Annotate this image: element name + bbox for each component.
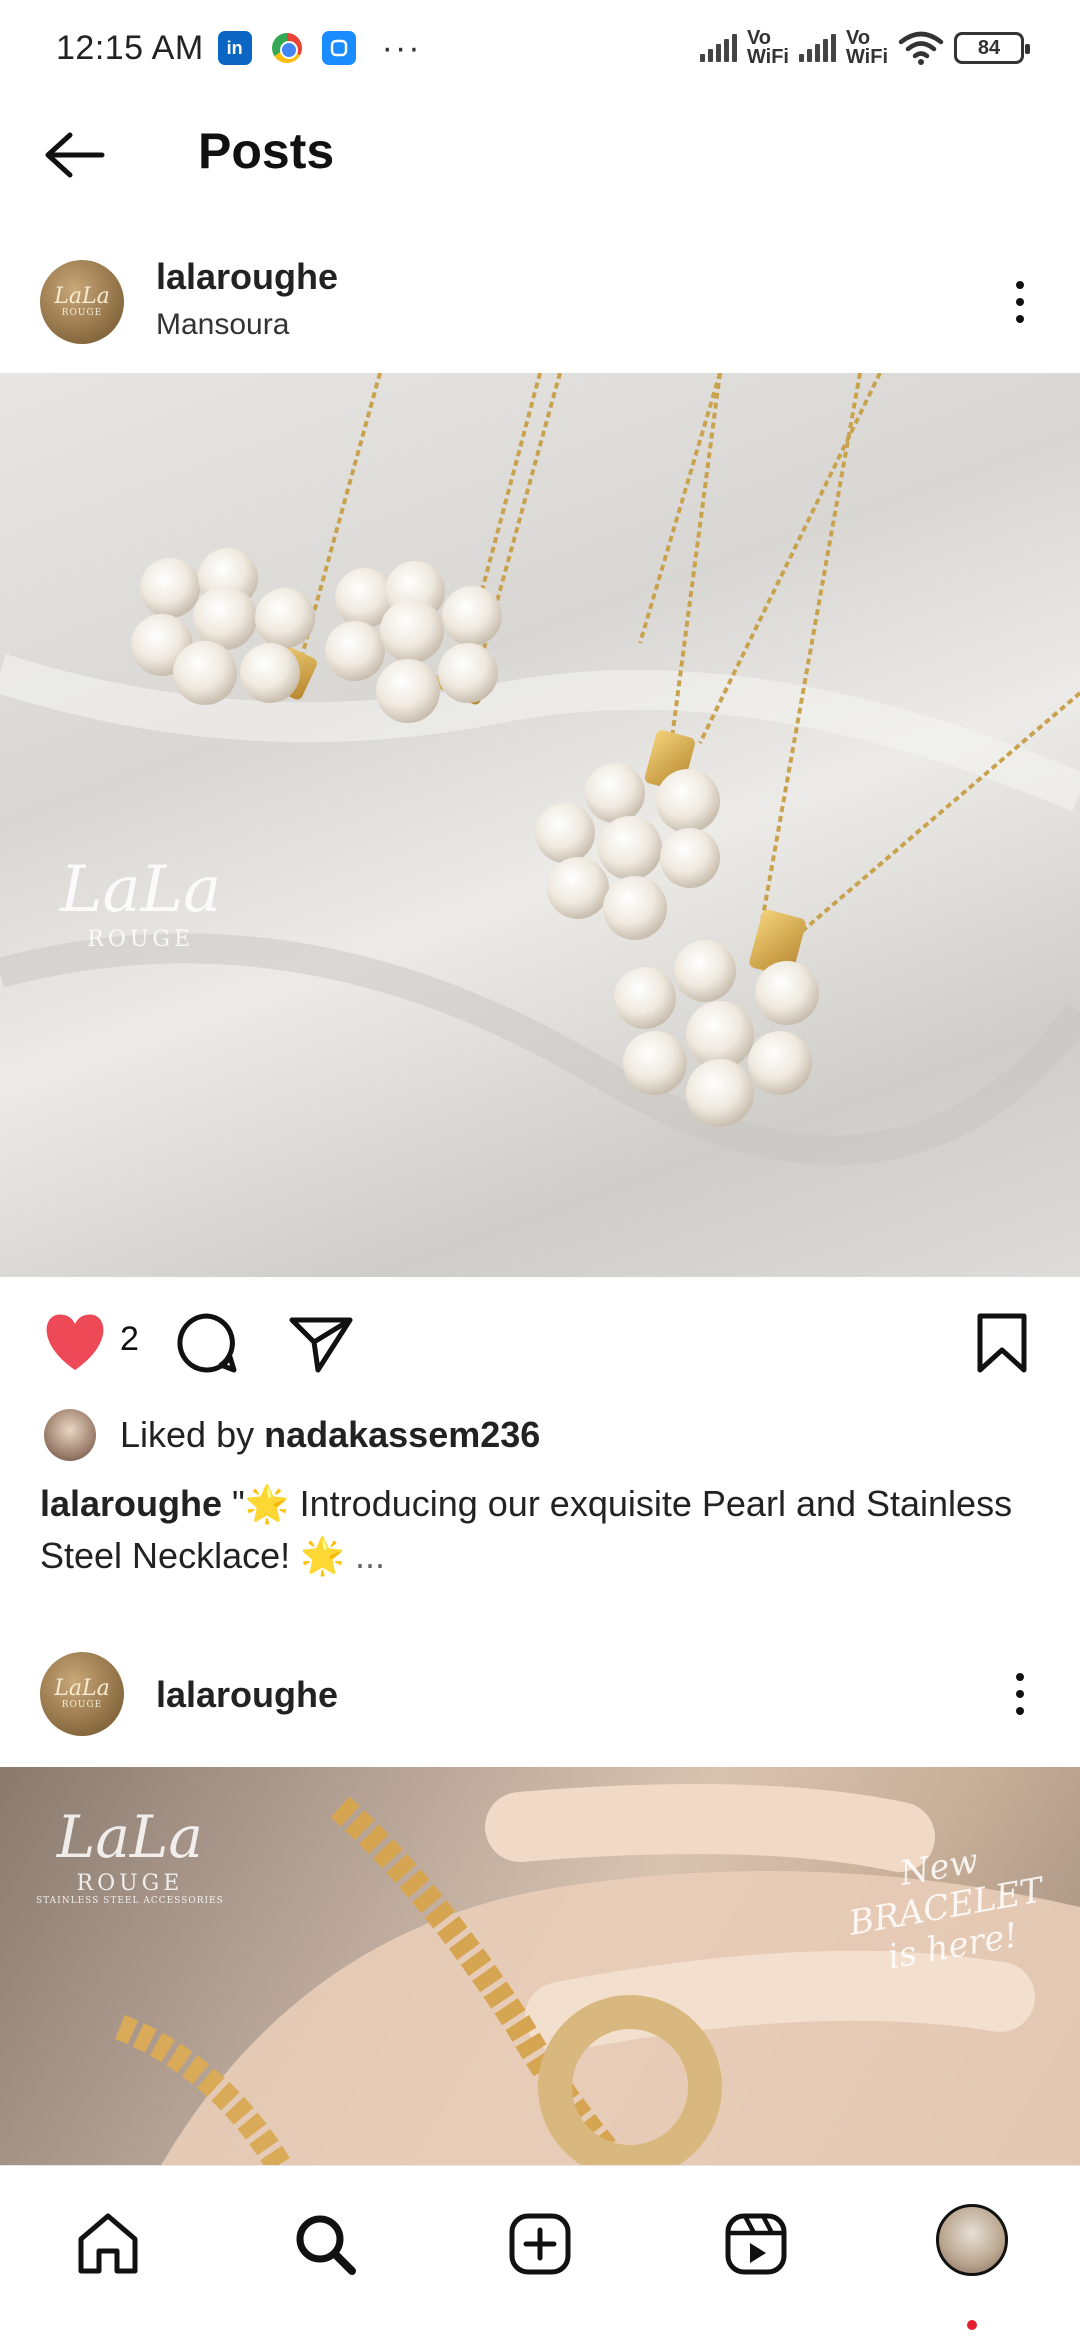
- liked-by-prefix: Liked by: [120, 1414, 265, 1455]
- page-title: Posts: [198, 123, 335, 179]
- post-username[interactable]: lalaroughe: [156, 1674, 338, 1716]
- caption-more[interactable]: ...: [355, 1535, 385, 1576]
- post-username[interactable]: lalaroughe: [156, 256, 338, 298]
- chrome-icon: [271, 33, 302, 63]
- wifi-icon: [898, 31, 944, 65]
- home-icon: [78, 2213, 138, 2274]
- linkedin-icon: in: [217, 31, 252, 65]
- post-image[interactable]: LaLa ROUGE STAINLESS STEEL ACCESSORIES N…: [0, 1767, 1080, 2167]
- watermark-sub: ROUGE: [87, 927, 195, 952]
- top-app-bar: Posts: [0, 100, 1080, 210]
- vowifi-label: Vo WiFi: [845, 27, 888, 68]
- back-button[interactable]: [40, 122, 110, 188]
- watermark-sub: ROUGE: [76, 1871, 184, 1896]
- comment-button[interactable]: [172, 1308, 242, 1378]
- brand-watermark: LaLa ROUGE: [60, 853, 221, 952]
- post-actions: 2: [0, 1290, 1080, 1390]
- battery-icon: 84: [954, 32, 1030, 64]
- status-notification-icons: in ···: [217, 28, 422, 68]
- create-post-icon: [509, 2213, 571, 2275]
- avatar-logo-text: LaLa: [54, 284, 110, 309]
- like-button[interactable]: [40, 1310, 110, 1374]
- heart-icon: [46, 1314, 104, 1370]
- comment-icon: [177, 1313, 237, 1373]
- vowifi-label: Vo WiFi: [746, 27, 789, 68]
- liker-avatar: [44, 1409, 96, 1461]
- post-header: LaLa ROUGE lalaroughe Mansoura: [0, 240, 1080, 360]
- post-caption[interactable]: lalaroughe "🌟 Introducing our exquisite …: [40, 1478, 1040, 1582]
- post-header: LaLa ROUGE lalaroughe: [0, 1634, 1080, 1754]
- like-count[interactable]: 2: [120, 1320, 139, 1359]
- messenger-icon: [321, 31, 356, 65]
- caption-username[interactable]: lalaroughe: [40, 1483, 222, 1524]
- search-icon: [296, 2215, 356, 2275]
- watermark-logo: LaLa: [60, 853, 222, 927]
- signal-icon: [699, 34, 737, 62]
- signal-icon: [798, 34, 836, 62]
- avatar[interactable]: LaLa ROUGE: [40, 260, 124, 344]
- nav-search[interactable]: [285, 2204, 365, 2284]
- profile-avatar: [936, 2204, 1008, 2276]
- status-time: 12:15 AM: [56, 28, 204, 67]
- avatar-logo-sub: ROUGE: [61, 308, 103, 318]
- notification-dot: [967, 2320, 977, 2330]
- brand-watermark: LaLa ROUGE STAINLESS STEEL ACCESSORIES: [36, 1803, 224, 1906]
- nav-create[interactable]: [500, 2204, 580, 2284]
- post-options-button[interactable]: [1000, 1664, 1040, 1724]
- status-system-icons: Vo WiFi Vo WiFi 84: [699, 27, 1030, 68]
- watermark-tag: STAINLESS STEEL ACCESSORIES: [36, 1896, 224, 1906]
- bottom-navigation: [0, 2165, 1080, 2340]
- nav-reels[interactable]: [716, 2204, 796, 2284]
- liked-by-row[interactable]: Liked by nadakassem236: [44, 1405, 540, 1465]
- pearl-necklaces-photo: [0, 373, 1080, 1166]
- post-options-button[interactable]: [1000, 272, 1040, 332]
- more-notifications-icon: ···: [381, 28, 422, 67]
- reels-icon: [725, 2213, 787, 2275]
- arrow-left-icon: [45, 132, 105, 178]
- nav-profile[interactable]: [932, 2200, 1012, 2280]
- post-location[interactable]: Mansoura: [156, 308, 289, 342]
- avatar-logo-text: LaLa: [54, 1676, 110, 1701]
- send-icon: [289, 1317, 353, 1373]
- avatar-logo-sub: ROUGE: [61, 1700, 103, 1710]
- share-button[interactable]: [286, 1308, 356, 1378]
- liked-by-text[interactable]: Liked by nadakassem236: [120, 1414, 540, 1456]
- save-button[interactable]: [972, 1308, 1032, 1378]
- bookmark-icon: [977, 1313, 1027, 1373]
- status-bar: 12:15 AM in ··· Vo WiFi Vo WiFi 84: [0, 0, 1080, 96]
- watermark-logo: LaLa: [56, 1803, 203, 1871]
- post-image[interactable]: LaLa ROUGE: [0, 373, 1080, 1277]
- avatar[interactable]: LaLa ROUGE: [40, 1652, 124, 1736]
- liked-by-user[interactable]: nadakassem236: [264, 1414, 540, 1455]
- nav-home[interactable]: [68, 2204, 148, 2284]
